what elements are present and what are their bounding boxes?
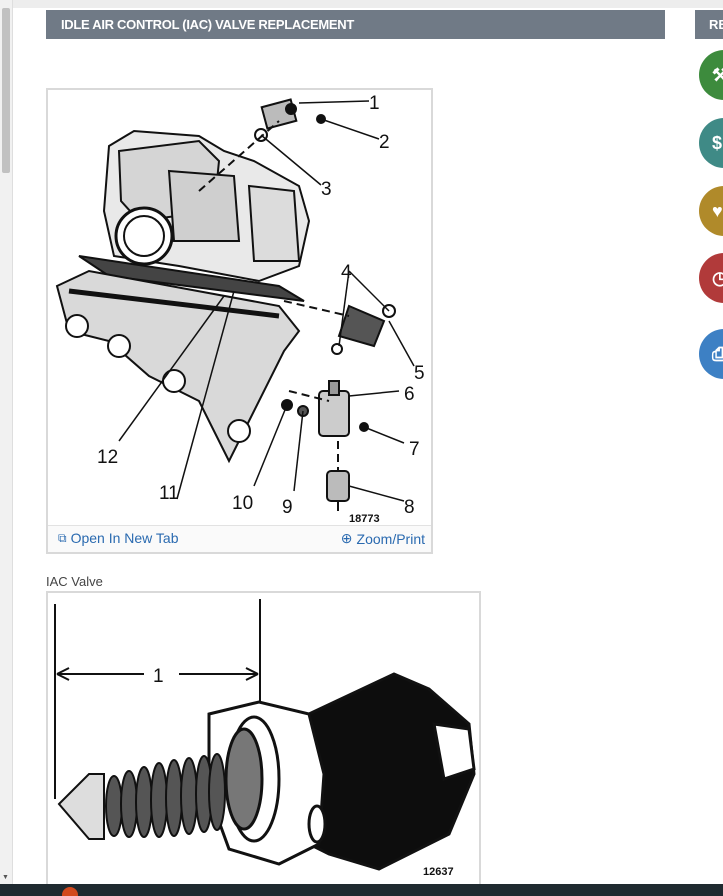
open-tab-icon: ⧉	[58, 530, 67, 545]
tag-icon[interactable]: ♥	[699, 186, 723, 236]
intake-manifold-drawing	[55, 269, 301, 464]
figure-iac-valve: 1 12637	[46, 591, 481, 884]
figure-number: 12637	[423, 866, 454, 878]
callout-4: 4	[341, 262, 352, 283]
callout-1: 1	[153, 666, 164, 687]
valve-body	[207, 672, 476, 871]
figure-iac-exploded-diagram: 1 2 3 4 5 6 7 8 9 10 11 12 18773 ⧉ Open …	[46, 88, 433, 554]
callout-3: 3	[321, 179, 332, 200]
browser-icon[interactable]	[62, 887, 78, 896]
scroll-down-arrow-icon[interactable]: ▼	[2, 874, 9, 882]
callout-12: 12	[97, 447, 118, 468]
magnifier-icon: ⊕	[340, 530, 353, 546]
wrench-icon[interactable]: ⚒	[699, 50, 723, 100]
top-strip	[0, 0, 723, 8]
callout-11: 11	[159, 483, 179, 504]
scrollbar[interactable]: ▼	[0, 0, 13, 884]
zoom-print-link[interactable]: ⊕ Zoom/Print	[341, 530, 425, 547]
dollar-icon[interactable]: $	[699, 118, 723, 168]
pintle-spring	[57, 753, 226, 840]
iac-valve-drawing: 1 12637	[54, 599, 476, 878]
callout-9: 9	[282, 497, 293, 518]
open-in-new-tab-label: Open In New Tab	[70, 530, 179, 546]
printer-icon[interactable]: ⎙	[699, 329, 723, 379]
callout-2: 2	[379, 132, 390, 153]
figure-footer: ⧉ Open In New Tab ⊕ Zoom/Print	[48, 525, 431, 552]
callout-6: 6	[404, 384, 415, 405]
page-title: IDLE AIR CONTROL (IAC) VALVE REPLACEMENT	[46, 10, 665, 39]
callout-5: 5	[414, 363, 425, 384]
figure-number: 18773	[349, 513, 380, 525]
callout-8: 8	[404, 497, 415, 518]
side-panel-title: RE	[695, 10, 723, 39]
taskbar	[0, 884, 723, 896]
figure-caption: IAC Valve	[46, 574, 103, 589]
callout-10: 10	[232, 493, 253, 514]
zoom-print-label: Zoom/Print	[356, 530, 425, 547]
callout-1: 1	[369, 93, 380, 114]
gauge-icon[interactable]: ◷	[699, 253, 723, 303]
engine-diagram: 1 2 3 4 5 6 7 8 9 10 11 12 18773	[55, 93, 425, 525]
callout-7: 7	[409, 439, 420, 460]
open-in-new-tab-link[interactable]: ⧉ Open In New Tab	[58, 530, 179, 546]
scroll-thumb[interactable]	[2, 8, 10, 173]
